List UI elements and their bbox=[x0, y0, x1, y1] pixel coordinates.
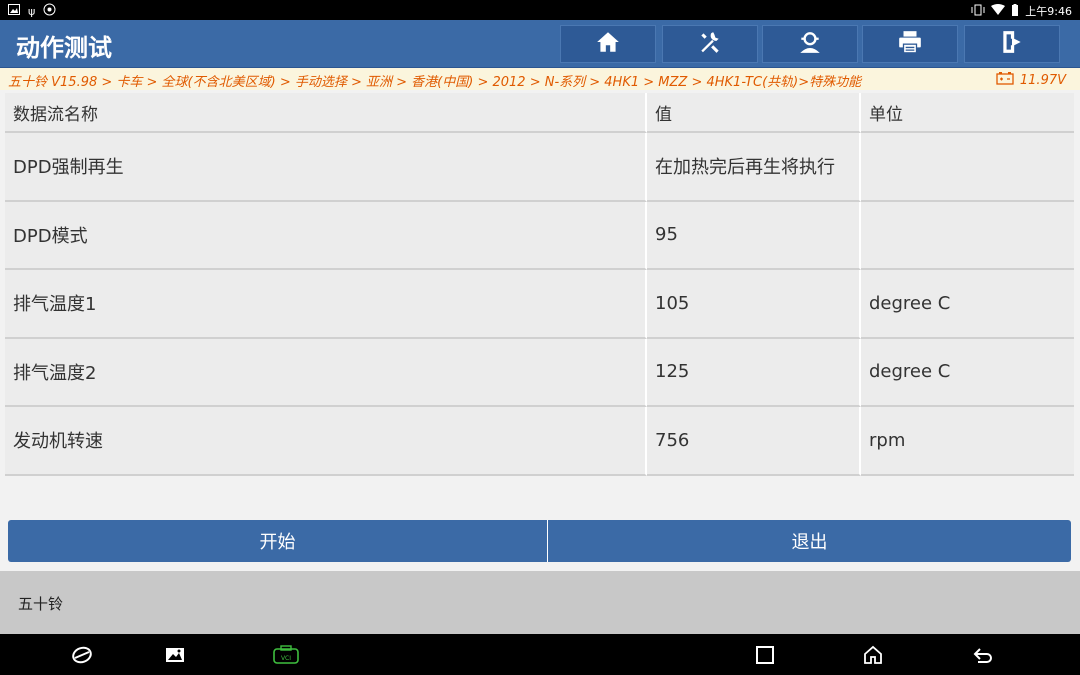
print-icon bbox=[897, 29, 923, 59]
voltage-value: 11.97V bbox=[1019, 72, 1066, 88]
svg-text:VCI: VCI bbox=[281, 655, 291, 662]
start-button[interactable]: 开始 bbox=[8, 520, 548, 562]
action-bar: 开始 退出 bbox=[8, 520, 1072, 562]
print-button[interactable] bbox=[862, 25, 958, 63]
tools-icon bbox=[697, 29, 723, 59]
table-header-row: 数据流名称 值 单位 bbox=[5, 93, 1074, 133]
table-row: DPD模式 95 bbox=[5, 201, 1074, 270]
clock: 上午9:46 bbox=[1025, 5, 1072, 18]
row-unit: degree C bbox=[861, 338, 1074, 407]
table-row: 发动机转速 756 rpm bbox=[5, 407, 1074, 476]
vibrate-icon bbox=[971, 4, 985, 19]
row-name: 发动机转速 bbox=[5, 407, 647, 476]
diagnose-tools-button[interactable] bbox=[662, 25, 758, 63]
battery-voltage: 11.97V bbox=[996, 71, 1066, 89]
settings-notification-icon bbox=[43, 3, 56, 19]
row-unit bbox=[861, 133, 1074, 202]
app-header: 动作测试 bbox=[0, 20, 1080, 68]
row-name: 排气温度1 bbox=[5, 270, 647, 339]
row-value: 95 bbox=[647, 201, 861, 270]
gallery-notification-icon bbox=[8, 4, 20, 18]
home-icon bbox=[595, 29, 621, 59]
recent-apps-icon[interactable] bbox=[754, 644, 776, 666]
row-unit bbox=[861, 201, 1074, 270]
table-row: 排气温度1 105 degree C bbox=[5, 270, 1074, 339]
browser-icon[interactable] bbox=[71, 644, 93, 666]
system-status-bar: ψ 上午9:46 bbox=[0, 0, 1080, 20]
page-title: 动作测试 bbox=[16, 34, 112, 62]
row-name: DPD强制再生 bbox=[5, 133, 647, 202]
row-value: 105 bbox=[647, 270, 861, 339]
car-battery-icon bbox=[996, 71, 1014, 89]
column-header-value: 值 bbox=[647, 93, 861, 133]
table-row: DPD强制再生 在加热完后再生将执行 bbox=[5, 133, 1074, 202]
back-icon[interactable] bbox=[972, 644, 994, 666]
row-value: 在加热完后再生将执行 bbox=[647, 133, 861, 202]
breadcrumb: 五十铃 V15.98 > 卡车 > 全球(不含北美区域) > 手动选择 > 亚洲… bbox=[8, 75, 862, 90]
column-header-name: 数据流名称 bbox=[5, 93, 647, 133]
user-icon bbox=[797, 29, 823, 59]
home-nav-icon[interactable] bbox=[862, 644, 884, 666]
breadcrumb-bar: 五十铃 V15.98 > 卡车 > 全球(不含北美区域) > 手动选择 > 亚洲… bbox=[0, 68, 1080, 90]
home-button[interactable] bbox=[560, 25, 656, 63]
system-navigation-bar: VCI bbox=[0, 634, 1080, 675]
usb-notification-icon: ψ bbox=[28, 4, 36, 18]
footer-panel: 五十铃 bbox=[0, 571, 1080, 634]
data-stream-table: 数据流名称 值 单位 DPD强制再生 在加热完后再生将执行 DPD模式 95 排… bbox=[5, 93, 1074, 476]
row-name: DPD模式 bbox=[5, 201, 647, 270]
wifi-icon bbox=[991, 4, 1006, 18]
row-value: 125 bbox=[647, 338, 861, 407]
footer-brand-label: 五十铃 bbox=[18, 595, 64, 613]
row-unit: rpm bbox=[861, 407, 1074, 476]
gallery-icon[interactable] bbox=[164, 644, 186, 666]
exit-app-button[interactable] bbox=[964, 25, 1060, 63]
exit-button[interactable]: 退出 bbox=[548, 520, 1071, 562]
row-value: 756 bbox=[647, 407, 861, 476]
logout-icon bbox=[999, 29, 1025, 59]
column-header-unit: 单位 bbox=[861, 93, 1074, 133]
row-name: 排气温度2 bbox=[5, 338, 647, 407]
battery-icon bbox=[1011, 3, 1019, 19]
row-unit: degree C bbox=[861, 270, 1074, 339]
vci-connector-icon[interactable]: VCI bbox=[272, 644, 300, 666]
user-button[interactable] bbox=[762, 25, 858, 63]
table-row: 排气温度2 125 degree C bbox=[5, 338, 1074, 407]
